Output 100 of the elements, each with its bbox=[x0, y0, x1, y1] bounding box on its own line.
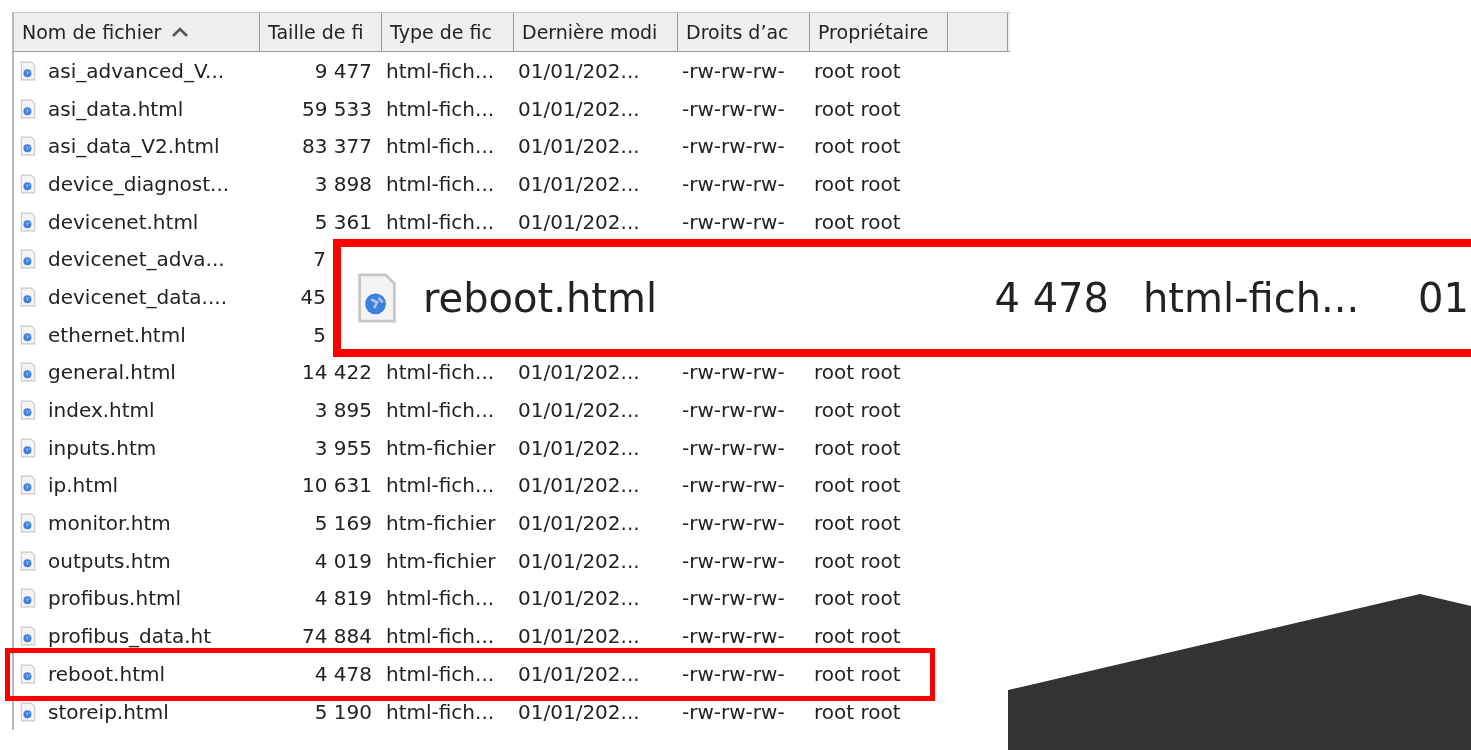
owner: root root bbox=[814, 624, 901, 649]
file-size: 5 169 bbox=[314, 511, 372, 536]
file-type: html-fich... bbox=[386, 134, 495, 159]
web-page-file-icon bbox=[20, 701, 36, 722]
file-type: html-fich... bbox=[386, 209, 495, 234]
file-name[interactable]: devicenet_adva... bbox=[48, 247, 225, 272]
sort-ascending-icon bbox=[171, 26, 190, 38]
file-name[interactable]: ethernet.html bbox=[48, 322, 186, 347]
permissions: -rw-rw-rw- bbox=[682, 511, 785, 536]
web-page-file-icon bbox=[20, 588, 36, 609]
web-page-file-icon bbox=[20, 475, 36, 496]
column-header[interactable]: Propriétaire bbox=[810, 13, 948, 51]
file-name[interactable]: profibus.html bbox=[48, 586, 182, 611]
file-name[interactable]: device_diagnost... bbox=[48, 171, 230, 196]
file-name[interactable]: index.html bbox=[48, 398, 155, 423]
web-page-file-icon bbox=[20, 136, 36, 157]
modified-date: 01 bbox=[1418, 275, 1469, 321]
file-type: html-fich... bbox=[1143, 275, 1361, 321]
web-page-file-icon bbox=[20, 400, 36, 421]
column-header[interactable]: Taille de fi bbox=[260, 13, 382, 51]
owner: root root bbox=[814, 661, 901, 686]
modified-date: 01/01/202... bbox=[518, 473, 640, 498]
file-name[interactable]: asi_data_V2.html bbox=[48, 134, 220, 159]
modified-date: 01/01/202... bbox=[518, 209, 640, 234]
file-size: 4 478 bbox=[314, 661, 372, 686]
owner: root root bbox=[814, 398, 901, 423]
web-page-file-icon bbox=[20, 173, 36, 194]
modified-date: 01/01/202... bbox=[518, 624, 640, 649]
file-name[interactable]: inputs.htm bbox=[48, 435, 157, 460]
modified-date: 01/01/202... bbox=[518, 134, 640, 159]
file-size: 59 533 bbox=[302, 96, 372, 121]
file-size: 14 422 bbox=[302, 360, 372, 385]
file-size: 10 631 bbox=[302, 473, 372, 498]
file-name[interactable]: ip.html bbox=[48, 473, 119, 498]
file-type: html-fich... bbox=[386, 58, 495, 83]
web-page-file-icon bbox=[20, 626, 36, 647]
file-size: 5 361 bbox=[314, 209, 372, 234]
permissions: -rw-rw-rw- bbox=[682, 661, 785, 686]
permissions: -rw-rw-rw- bbox=[682, 209, 785, 234]
permissions: -rw-rw-rw- bbox=[682, 435, 785, 460]
web-page-file-icon bbox=[20, 550, 36, 571]
owner: root root bbox=[814, 511, 901, 536]
modified-date: 01/01/202... bbox=[518, 360, 640, 385]
file-type: html-fich... bbox=[386, 586, 495, 611]
owner: root root bbox=[814, 209, 901, 234]
file-type: html-fich... bbox=[386, 699, 495, 724]
owner: root root bbox=[814, 473, 901, 498]
permissions: -rw-rw-rw- bbox=[682, 699, 785, 724]
permissions: -rw-rw-rw- bbox=[682, 96, 785, 121]
file-name[interactable]: devicenet.html bbox=[48, 209, 199, 234]
file-type: html-fich... bbox=[386, 360, 495, 385]
file-size: 3 895 bbox=[314, 398, 372, 423]
file-size: 4 019 bbox=[314, 548, 372, 573]
file-name[interactable]: outputs.htm bbox=[48, 548, 171, 573]
file-name[interactable]: monitor.htm bbox=[48, 511, 171, 536]
file-name[interactable]: asi_advanced_V... bbox=[48, 58, 225, 83]
owner: root root bbox=[814, 360, 901, 385]
file-type: html-fich... bbox=[386, 661, 495, 686]
web-page-file-icon bbox=[20, 324, 36, 345]
owner: root root bbox=[814, 548, 901, 573]
permissions: -rw-rw-rw- bbox=[682, 586, 785, 611]
file-size: 9 477 bbox=[314, 58, 372, 83]
permissions: -rw-rw-rw- bbox=[682, 473, 785, 498]
owner: root root bbox=[814, 171, 901, 196]
modified-date: 01/01/202... bbox=[518, 699, 640, 724]
file-size: 83 377 bbox=[302, 134, 372, 159]
web-page-file-icon bbox=[20, 362, 36, 383]
owner: root root bbox=[814, 134, 901, 159]
modified-date: 01/01/202... bbox=[518, 96, 640, 121]
web-page-file-icon bbox=[20, 437, 36, 458]
column-header[interactable]: Nom de fichier bbox=[14, 13, 260, 51]
file-type: html-fich... bbox=[386, 96, 495, 121]
web-page-file-icon bbox=[20, 98, 36, 119]
file-name[interactable]: asi_data.html bbox=[48, 96, 184, 121]
file-type: html-fich... bbox=[386, 624, 495, 649]
file-name[interactable]: reboot.html bbox=[48, 661, 165, 686]
owner: root root bbox=[814, 96, 901, 121]
permissions: -rw-rw-rw- bbox=[682, 398, 785, 423]
file-type: html-fich... bbox=[386, 398, 495, 423]
permissions: -rw-rw-rw- bbox=[682, 134, 785, 159]
column-header[interactable]: Dernière modi bbox=[514, 13, 678, 51]
file-name[interactable]: profibus_data.ht bbox=[48, 624, 212, 649]
column-header[interactable]: Type de fic bbox=[382, 13, 514, 51]
permissions: -rw-rw-rw- bbox=[682, 624, 785, 649]
file-name[interactable]: storeip.html bbox=[48, 699, 169, 724]
modified-date: 01/01/202... bbox=[518, 548, 640, 573]
web-page-file-icon bbox=[20, 663, 36, 684]
file-size: 3 955 bbox=[314, 435, 372, 460]
file-name: reboot.html bbox=[423, 275, 659, 321]
file-size: 4 819 bbox=[314, 586, 372, 611]
web-page-file-icon bbox=[20, 249, 36, 270]
modified-date: 01/01/202... bbox=[518, 398, 640, 423]
column-header[interactable]: Droits d’ac bbox=[678, 13, 810, 51]
modified-date: 01/01/202... bbox=[518, 586, 640, 611]
file-size: 5 bbox=[313, 322, 326, 347]
file-size: 4 478 bbox=[993, 275, 1109, 321]
file-name[interactable]: general.html bbox=[48, 360, 176, 385]
file-name[interactable]: devicenet_data.... bbox=[48, 284, 227, 309]
web-page-file-icon bbox=[20, 286, 36, 307]
web-page-file-icon bbox=[20, 513, 36, 534]
